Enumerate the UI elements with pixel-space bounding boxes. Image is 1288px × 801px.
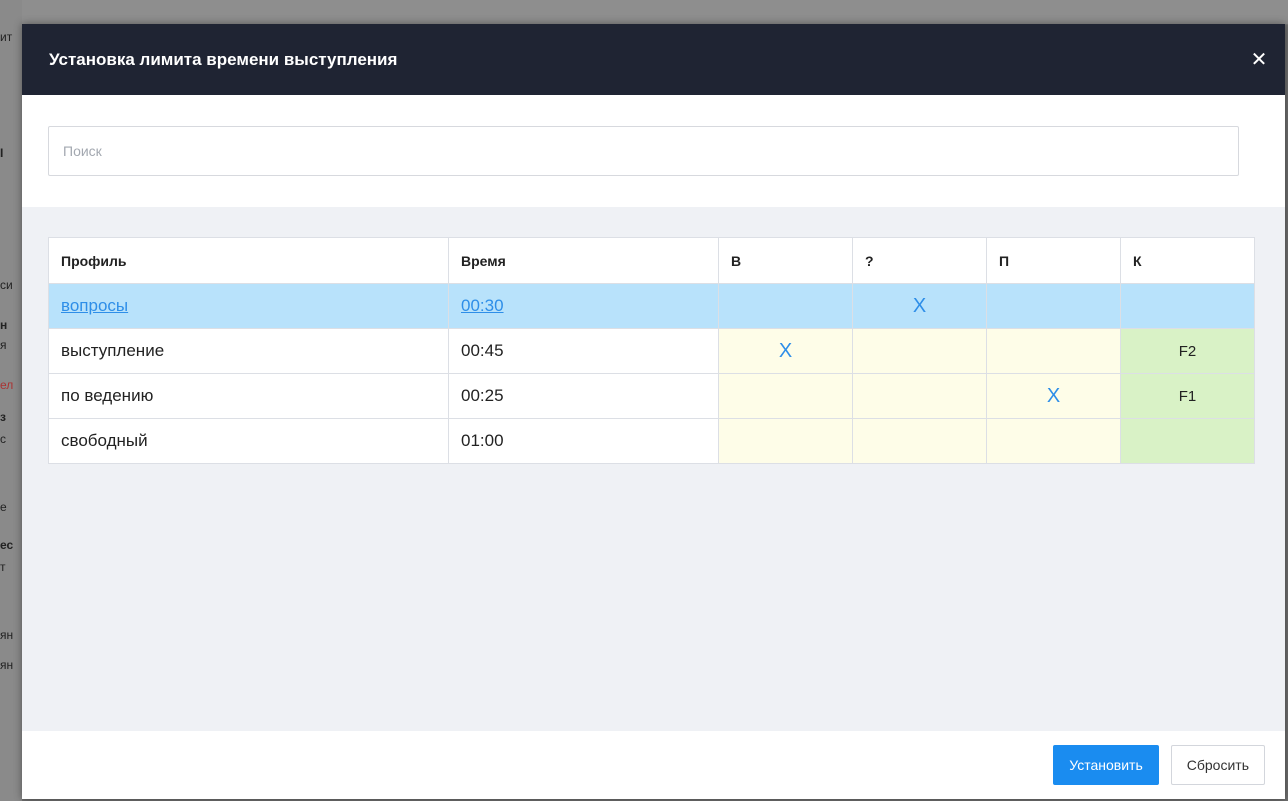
v-cell[interactable]: X [718, 328, 853, 374]
profile-cell[interactable]: по ведению [48, 373, 449, 419]
dialog-title: Установка лимита времени выступления [49, 49, 398, 69]
q-cell[interactable] [852, 418, 987, 464]
background-text: си [0, 278, 13, 292]
p-cell[interactable] [986, 283, 1121, 329]
background-text: н [0, 318, 8, 332]
table-row[interactable]: по ведению 00:25 X F1 [48, 373, 1255, 419]
column-header-q[interactable]: ? [852, 237, 987, 284]
background-text: е [0, 500, 7, 514]
close-icon[interactable]: ✕ [1247, 47, 1271, 72]
k-cell[interactable] [1120, 283, 1255, 329]
profile-cell[interactable]: свободный [48, 418, 449, 464]
dialog-header: Установка лимита времени выступления ✕ [22, 24, 1285, 95]
reset-button[interactable]: Сбросить [1170, 745, 1265, 785]
background-text: ян [0, 628, 14, 642]
set-button[interactable]: Установить [1053, 745, 1159, 785]
background-sidebar-strip: ит I си н я ел з с е ес т ян ян [0, 0, 22, 801]
background-text: с [0, 432, 6, 446]
dialog-footer: Установить Сбросить [22, 731, 1285, 799]
column-header-k[interactable]: К [1120, 237, 1255, 284]
time-cell[interactable]: 00:25 [448, 373, 719, 419]
time-cell[interactable]: 00:30 [448, 283, 719, 329]
p-cell[interactable] [986, 328, 1121, 374]
background-text: I [0, 146, 4, 160]
background-text: я [0, 338, 7, 352]
time-cell[interactable]: 00:45 [448, 328, 719, 374]
v-cell[interactable] [718, 283, 853, 329]
search-section [22, 95, 1285, 207]
background-text: з [0, 410, 6, 424]
q-cell[interactable] [852, 328, 987, 374]
profiles-table: Профиль Время В ? П К вопросы 00:30 X вы… [48, 237, 1255, 464]
v-cell[interactable] [718, 418, 853, 464]
q-cell[interactable] [852, 373, 987, 419]
table-row[interactable]: выступление 00:45 X F2 [48, 328, 1255, 374]
k-cell[interactable]: F2 [1120, 328, 1255, 374]
time-link[interactable]: 00:30 [461, 296, 504, 315]
column-header-time[interactable]: Время [448, 237, 719, 284]
table-section: Профиль Время В ? П К вопросы 00:30 X вы… [22, 207, 1285, 700]
background-text: ес [0, 538, 14, 552]
background-text: ян [0, 658, 14, 672]
background-toolbar [22, 0, 1288, 25]
time-cell[interactable]: 01:00 [448, 418, 719, 464]
table-row[interactable]: вопросы 00:30 X [48, 283, 1255, 329]
profile-cell[interactable]: выступление [48, 328, 449, 374]
p-cell[interactable]: X [986, 373, 1121, 419]
v-cell[interactable] [718, 373, 853, 419]
time-limit-dialog: Установка лимита времени выступления ✕ П… [22, 24, 1285, 799]
profile-cell[interactable]: вопросы [48, 283, 449, 329]
background-text: т [0, 560, 6, 574]
k-cell[interactable] [1120, 418, 1255, 464]
search-input[interactable] [48, 126, 1239, 176]
background-text: ел [0, 378, 14, 392]
column-header-p[interactable]: П [986, 237, 1121, 284]
q-cell[interactable]: X [852, 283, 987, 329]
column-header-v[interactable]: В [718, 237, 853, 284]
table-header-row: Профиль Время В ? П К [48, 237, 1255, 284]
background-text: ит [0, 30, 13, 44]
p-cell[interactable] [986, 418, 1121, 464]
table-row[interactable]: свободный 01:00 [48, 418, 1255, 464]
column-header-profile[interactable]: Профиль [48, 237, 449, 284]
k-cell[interactable]: F1 [1120, 373, 1255, 419]
profile-link[interactable]: вопросы [61, 296, 128, 315]
